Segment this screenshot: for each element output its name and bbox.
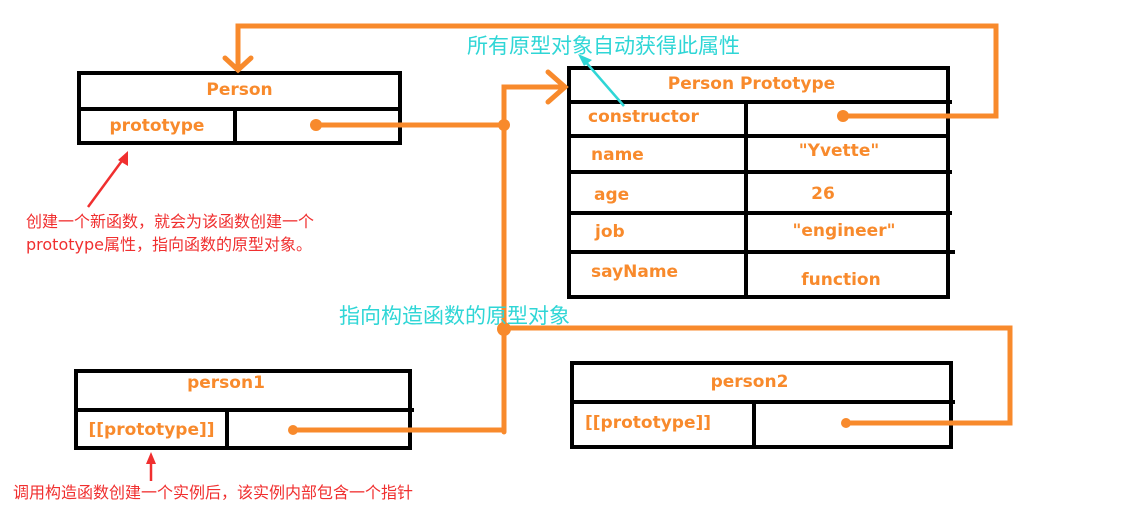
- person1-prototype-key: [[prototype]]: [88, 420, 215, 440]
- prototype-note-rest: 属性，指向函数的原型对象。: [103, 235, 312, 254]
- prototype-diagram: Person prototype Person Prototype constr…: [0, 0, 1128, 515]
- prototype-value-age: 26: [811, 184, 835, 204]
- constructor-note: 所有原型对象自动获得此属性: [467, 34, 740, 58]
- instance-pointer-note: 指向构造函数的原型对象: [339, 304, 570, 328]
- prototype-key-age: age: [594, 185, 630, 205]
- instance-note: 调用构造函数创建一个实例后，该实例内部包含一个指针: [13, 483, 414, 502]
- constructor-dot: [837, 110, 849, 122]
- person-prototype-dot: [310, 119, 322, 131]
- person-title: Person: [206, 80, 273, 100]
- prototype-key-job: job: [595, 222, 625, 242]
- trunk-to-prototype: [501, 84, 568, 435]
- person1-dot: [288, 425, 298, 435]
- person-prototype-key: prototype: [109, 116, 205, 136]
- person1-title: person1: [187, 373, 265, 393]
- person2-prototype-key: [[prototype]]: [585, 413, 712, 433]
- prototype-value-sayname: function: [801, 270, 881, 290]
- junction-dot-upper: [498, 119, 510, 131]
- instance-note-arrowhead: [146, 452, 156, 464]
- prototype-key-sayname: sayName: [591, 262, 679, 282]
- prototype-note-keyword: prototype: [26, 235, 104, 254]
- person2-title: person2: [710, 372, 789, 392]
- prototype-key-name: name: [591, 145, 644, 165]
- prototype-note-arrow-line: [86, 157, 126, 208]
- prototype-note-line2: prototype属性，指向函数的原型对象。: [26, 233, 312, 256]
- prototype-note-line1: 创建一个新函数，就会为该函数创建一个: [26, 212, 315, 231]
- prototype-value-name: "Yvette": [798, 141, 880, 161]
- prototype-value-job: "engineer": [792, 221, 896, 241]
- prototype-key-constructor: constructor: [588, 107, 699, 127]
- person2-dot: [841, 418, 851, 428]
- prototype-title: Person Prototype: [667, 74, 836, 94]
